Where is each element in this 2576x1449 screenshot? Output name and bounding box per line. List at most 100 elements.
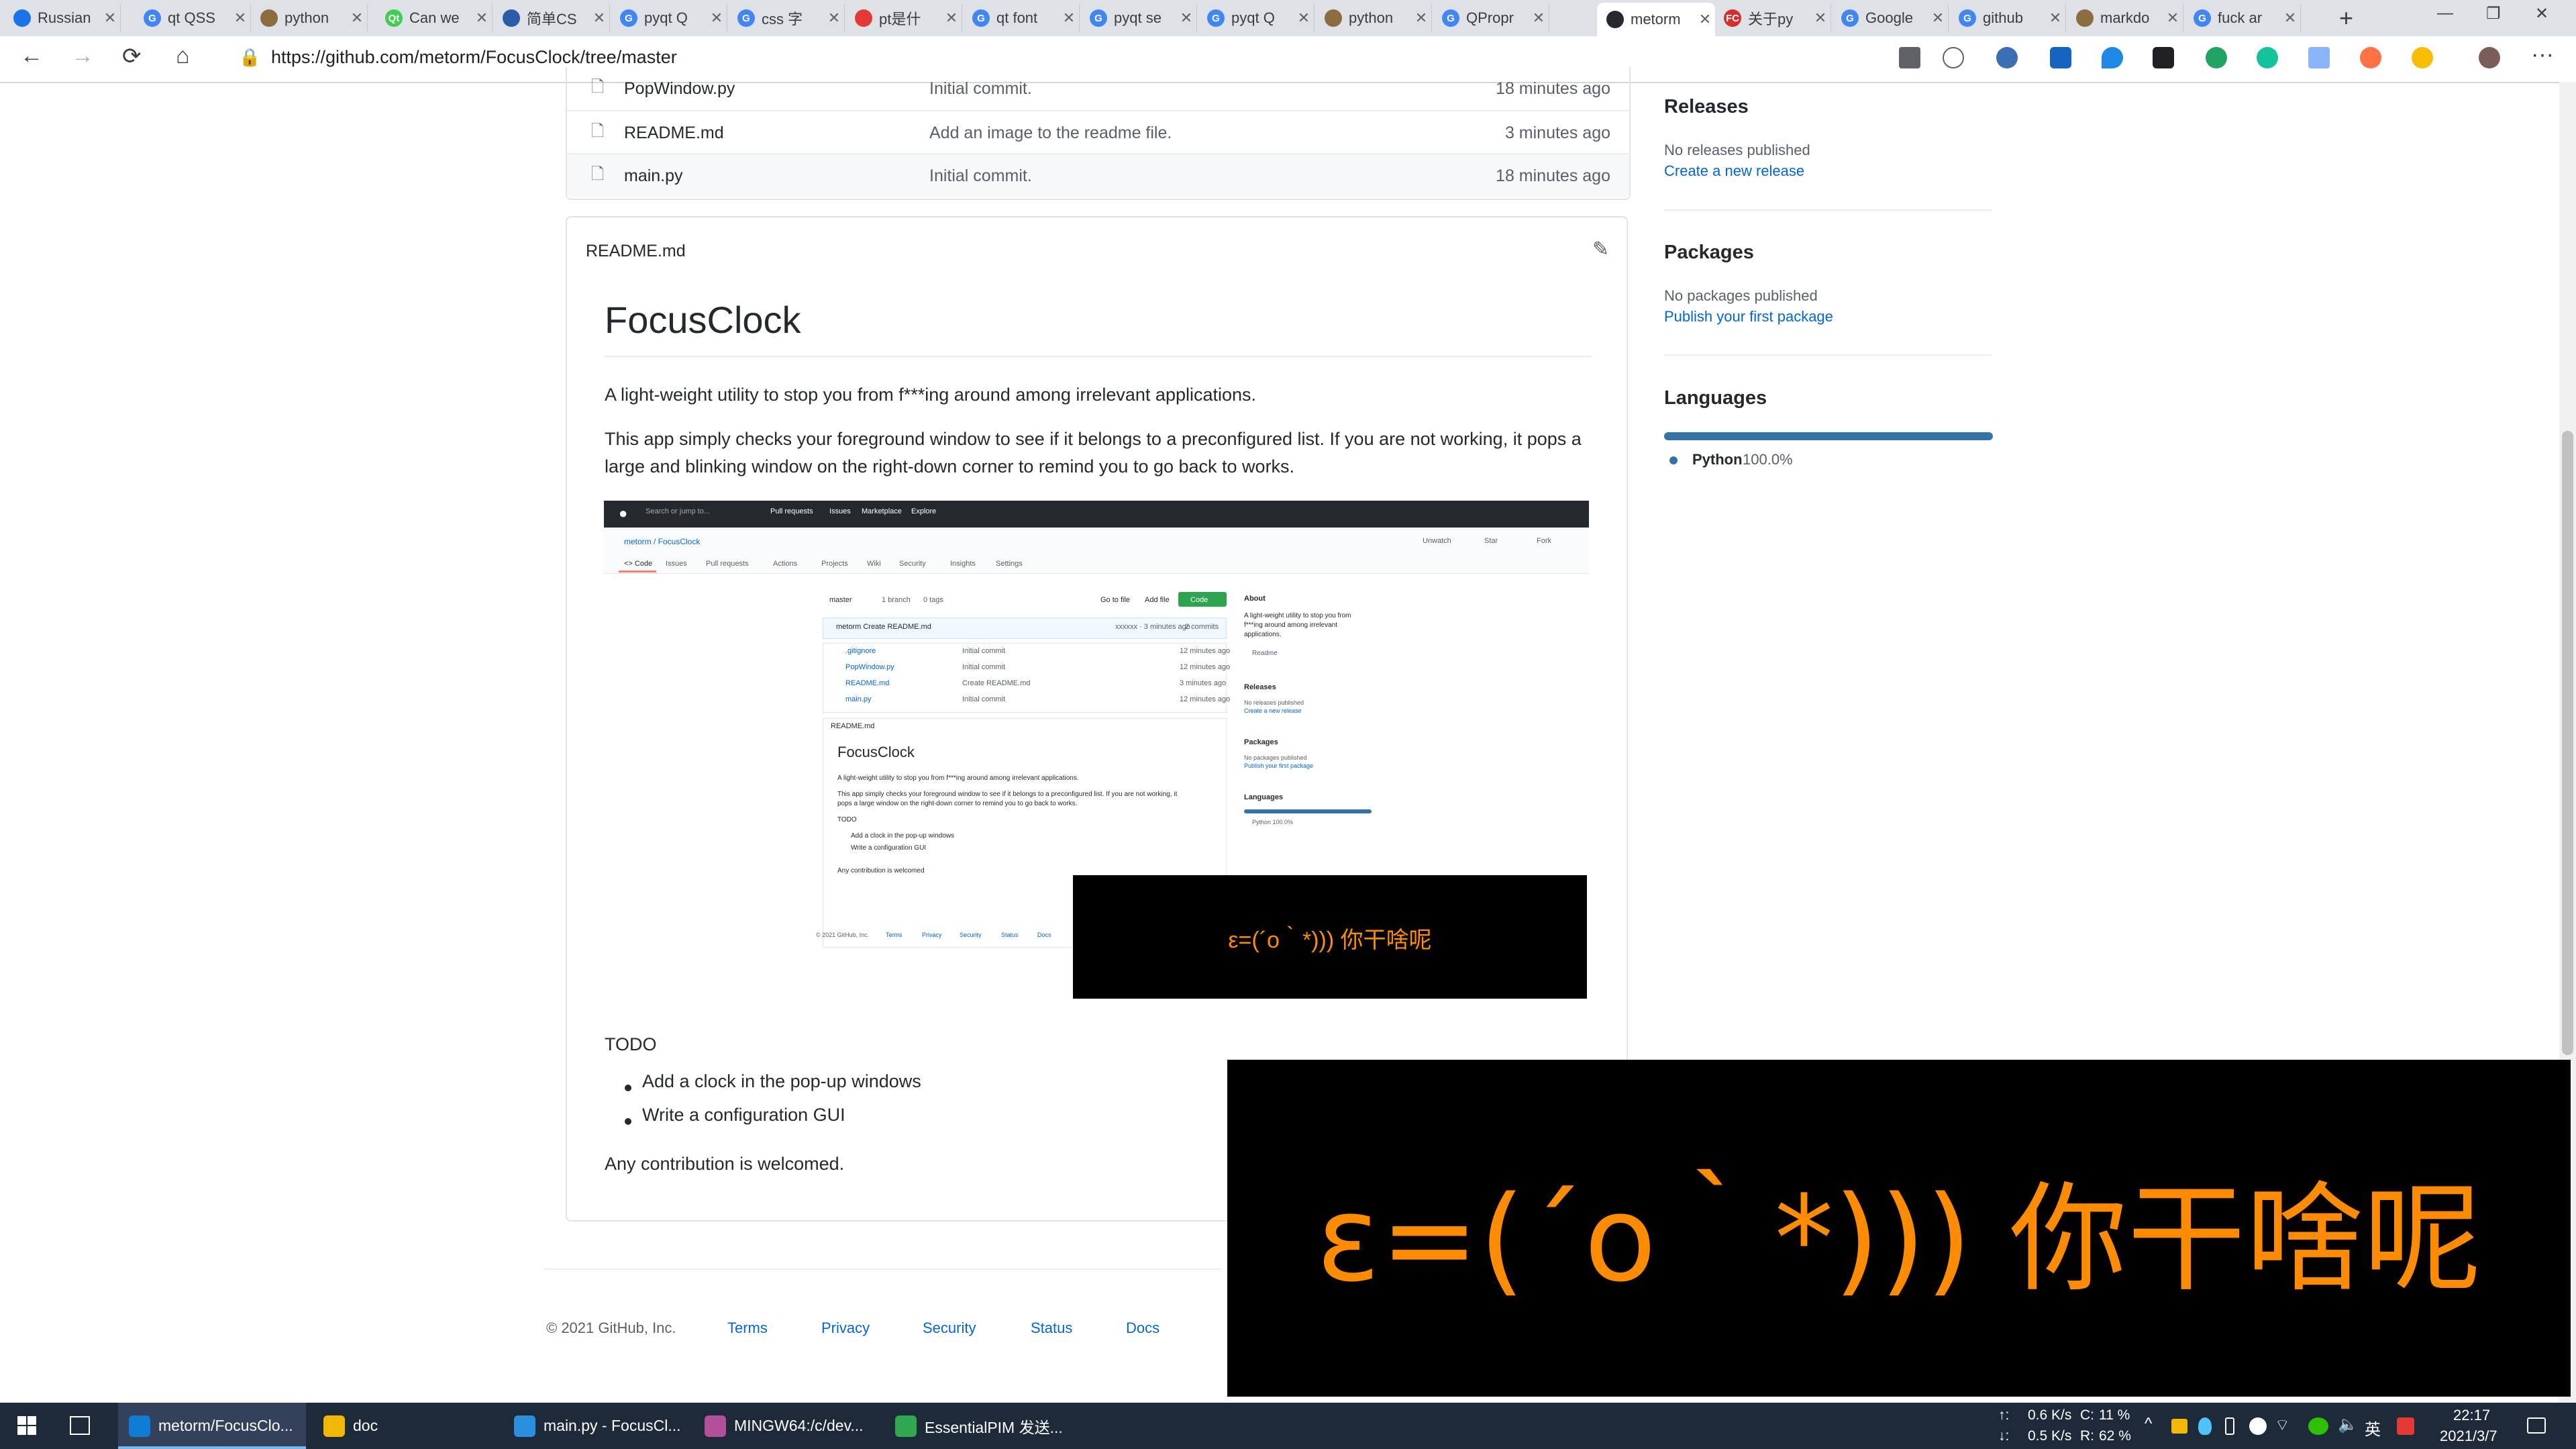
edit-pencil-icon[interactable]: ✎ [1592,238,1609,261]
extension-icon[interactable] [2050,47,2071,68]
tray-check-icon[interactable] [2249,1417,2267,1435]
wechat-icon[interactable] [2308,1417,2328,1435]
footer-link-terms[interactable]: Terms [727,1319,768,1337]
extension-icon[interactable] [2153,47,2174,68]
clock-time[interactable]: 22:17 [2453,1407,2490,1424]
menu-icon[interactable]: ··· [2531,42,2554,68]
file-name[interactable]: PopWindow.py [624,79,735,99]
tab-close-icon[interactable]: ✕ [1294,9,1314,27]
sogou-ime-icon[interactable] [2397,1417,2414,1435]
taskbar-item[interactable]: doc [313,1403,495,1449]
browser-tab[interactable]: Gcss 字 ✕ [728,4,845,32]
minimize-button[interactable]: — [2437,4,2453,23]
browser-tab[interactable]: metorm ✕ [1597,3,1715,36]
tab-close-icon[interactable]: ✕ [2280,9,2300,27]
footer-link-privacy[interactable]: Privacy [821,1319,870,1337]
windows-icon[interactable] [17,1416,36,1435]
browser-tab[interactable]: G QPropr ✕ [1433,4,1549,32]
tab-close-icon[interactable]: ✕ [2045,9,2065,27]
favorites-icon[interactable] [1943,47,1964,68]
home-button[interactable]: ⌂ [176,43,190,69]
tab-close-icon[interactable]: ✕ [472,9,492,27]
profile-avatar[interactable] [2479,47,2500,68]
commit-message[interactable]: Initial commit. [929,166,1032,186]
tab-close-icon[interactable]: ✕ [1529,9,1549,27]
taskbar-item[interactable]: metorm/FocusClo... [118,1403,306,1449]
browser-tab[interactable]: FC 关于py ✕ [1714,4,1831,32]
browser-tab[interactable]: Gfuck ar ✕ [2184,4,2301,32]
ime-indicator[interactable]: 英 [2365,1416,2381,1440]
extension-icon[interactable] [2102,47,2123,68]
tray-app-icon[interactable] [2171,1419,2187,1434]
tab-close-icon[interactable]: ✕ [1695,11,1715,28]
file-row[interactable]: 🗋 PopWindow.py Initial commit. 18 minutes a… [567,67,1629,110]
extension-icon[interactable] [2412,47,2433,68]
publish-package-link[interactable]: Publish your first package [1664,308,1833,326]
tab-close-icon[interactable]: ✕ [824,9,844,27]
battery-icon[interactable] [2225,1417,2234,1435]
browser-tab[interactable]: Qt Can we ✕ [376,4,493,32]
browser-tab[interactable]: python ✕ [251,4,368,32]
language-name[interactable]: Python [1692,451,1743,468]
extension-icon[interactable] [2360,47,2381,68]
clock-date[interactable]: 2021/3/7 [2440,1428,2497,1445]
url-field[interactable]: https://github.com/metorm/FocusClock/tre… [271,47,677,68]
tab-close-icon[interactable]: ✕ [1411,9,1431,27]
task-view-icon[interactable] [70,1416,90,1435]
tray-app-icon[interactable] [2198,1417,2212,1435]
tab-close-icon[interactable]: ✕ [1059,9,1079,27]
extension-icon[interactable] [1996,47,2018,68]
tray-chevron-icon[interactable]: ^ [2145,1415,2152,1434]
taskbar-item[interactable]: main.py - FocusCl... [503,1403,686,1449]
extension-icon[interactable] [2308,47,2330,68]
scrollbar-thumb[interactable] [2562,431,2573,1055]
focus-popup-window[interactable]: ε=(´ο｀*))) 你干啥呢 [1227,1060,2571,1397]
taskbar-item[interactable]: MINGW64:/c/dev... [694,1403,876,1449]
browser-tab[interactable]: G Google ✕ [1832,4,1949,32]
browser-tab[interactable]: Gqt QSS ✕ [134,4,251,32]
browser-tab[interactable]: Gpyqt Q ✕ [611,4,727,32]
file-row[interactable]: 🗋 main.py Initial commit. 18 minutes ago [567,153,1629,197]
browser-tab[interactable]: 简单CS ✕ [493,4,610,32]
browser-tab[interactable]: Ggithub ✕ [1949,4,2066,32]
file-name[interactable]: main.py [624,166,683,186]
grammarly-icon[interactable] [2257,47,2278,68]
taskbar-item[interactable]: EssentialPIM 发送... [884,1403,1067,1449]
forward-button[interactable]: → [71,43,94,69]
tab-close-icon[interactable]: ✕ [1176,9,1196,27]
browser-tab[interactable]: Russian ✕ [4,4,121,32]
tab-close-icon[interactable]: ✕ [2163,9,2183,27]
browser-tab[interactable]: Gpyqt Q ✕ [1198,4,1315,32]
footer-link-security[interactable]: Security [923,1319,976,1337]
browser-tab[interactable]: Gpyqt se ✕ [1080,4,1197,32]
tab-close-icon[interactable]: ✕ [589,9,609,27]
commit-message[interactable]: Initial commit. [929,79,1032,99]
browser-tab[interactable]: pt是什 ✕ [845,4,962,32]
wifi-icon[interactable]: ⌔ [2275,1415,2290,1435]
commit-message[interactable]: Add an image to the readme file. [929,123,1172,143]
browser-tab[interactable]: Gqt font ✕ [963,4,1080,32]
translate-icon[interactable] [1899,47,1920,68]
file-name[interactable]: README.md [624,123,724,143]
tab-close-icon[interactable]: ✕ [230,9,250,27]
tab-close-icon[interactable]: ✕ [1928,9,1948,27]
tab-close-icon[interactable]: ✕ [1810,9,1831,27]
footer-link-docs[interactable]: Docs [1126,1319,1160,1337]
new-tab-button[interactable]: + [2339,4,2353,32]
browser-tab[interactable]: markdo ✕ [2067,4,2183,32]
tab-close-icon[interactable]: ✕ [100,9,120,27]
restore-button[interactable]: ❐ [2486,4,2501,23]
footer-link-status[interactable]: Status [1031,1319,1072,1337]
file-row[interactable]: 🗋 README.md Add an image to the readme fil… [567,110,1629,154]
extension-icon[interactable] [2206,47,2227,68]
browser-tab[interactable]: python ✕ [1315,4,1432,32]
tab-close-icon[interactable]: ✕ [347,9,367,27]
notification-icon[interactable] [2527,1417,2546,1434]
tab-close-icon[interactable]: ✕ [941,9,962,27]
create-release-link[interactable]: Create a new release [1664,162,1804,180]
close-window-button[interactable]: ✕ [2535,4,2548,23]
volume-icon[interactable]: 🔈 [2338,1415,2358,1434]
back-button[interactable]: ← [20,43,43,69]
tab-close-icon[interactable]: ✕ [707,9,727,27]
reload-button[interactable]: ⟳ [122,43,142,70]
